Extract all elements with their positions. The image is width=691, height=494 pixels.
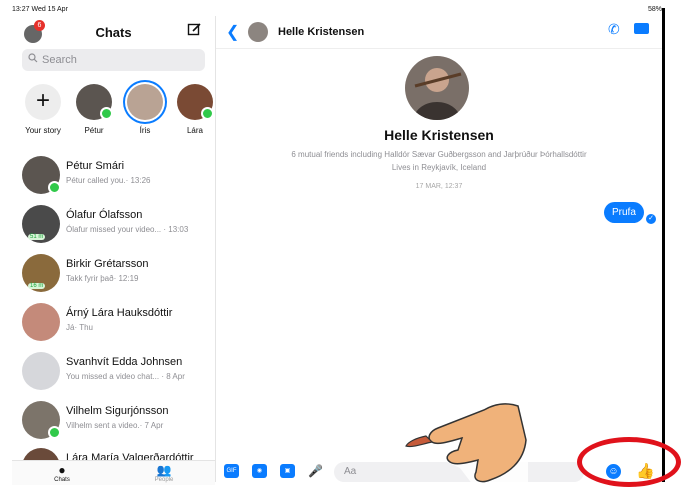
stories-row: + Your story Pétur Íris Lára [12,84,215,144]
chat-item-lara-maria[interactable]: Lára María Valgerðardóttir [12,444,215,460]
conversation-header: ❮ Helle Kristensen ✆ [216,16,662,49]
message-placeholder: Aa [344,466,357,477]
tab-label: People [154,477,174,483]
status-bar: 13:27 Wed 15 Apr 58% [12,6,662,16]
avatar [22,303,60,341]
location-text: Lives in Reykjavík, Iceland [391,163,487,172]
search-icon [28,53,38,66]
search-input[interactable]: Search [22,49,205,71]
video-camera-icon[interactable] [634,23,649,34]
story-label: Your story [25,126,61,135]
avatar [76,84,113,120]
chat-item-svanhvit[interactable]: Svanhvít Edda Johnsen You missed a video… [12,348,215,396]
story-your-story[interactable]: + Your story [23,84,63,135]
avatar [22,401,61,439]
chat-item-olafur[interactable]: 51 m Ólafur Ólafsson Ólafur missed your … [12,201,215,249]
screen: 13:27 Wed 15 Apr 58% 6 Chats Search + Yo… [0,0,691,489]
active-minutes-badge: 51 m [28,234,46,240]
story-petur[interactable]: Pétur [74,84,114,135]
active-minutes-badge: 16 m [28,283,46,289]
chat-preview: Já· Thu [66,323,93,332]
chat-name: Birkir Grétarsson [66,258,149,270]
chat-item-birkir[interactable]: 16 m Birkir Grétarsson Takk fyrir það· 1… [12,250,215,298]
camera-icon[interactable]: ◉ [252,464,267,478]
chat-preview: Ólafur missed your video... · 13:03 [66,225,189,234]
chat-preview: Takk fyrir það· 12:19 [66,274,139,283]
chat-name: Árný Lára Hauksdóttir [66,307,173,319]
back-chevron-icon[interactable]: ❮ [226,22,239,42]
message-timestamp: 17 MAR, 12:37 [415,183,463,190]
chat-preview: Vilhelm sent a video.· 7 Apr [66,421,164,430]
status-time: 13:27 Wed 15 Apr [12,6,68,13]
story-label: Pétur [84,126,104,135]
people-icon: 👥 [156,463,172,477]
image-icon[interactable]: ▣ [280,464,295,478]
chat-name: Lára María Valgerðardóttir [66,452,194,460]
tab-people[interactable]: 👥 People [144,463,184,483]
chat-preview: Pétur called you.· 13:26 [66,176,151,185]
online-indicator [48,426,61,439]
chat-preview: You missed a video chat... · 8 Apr [66,372,185,381]
profile-details: 6 mutual friends including Halldór Sævar… [216,148,662,174]
chat-name: Vilhelm Sigurjónsson [66,405,169,417]
chat-name: Ólafur Ólafsson [66,209,143,221]
add-story-icon: + [25,84,61,120]
gif-button[interactable]: GIF [224,464,239,478]
tab-bar: ● Chats 👥 People [12,460,215,485]
tab-chats[interactable]: ● Chats [42,463,82,483]
mutual-friends-text: 6 mutual friends including Halldór Sævar… [291,150,587,159]
delivered-check-icon: ✓ [646,214,656,224]
phone-icon[interactable]: ✆ [608,21,620,38]
sidebar-title: Chats [95,25,132,40]
sent-message-bubble[interactable]: Prufa [604,202,644,223]
battery-indicator: 58% [647,6,662,13]
contact-name[interactable]: Helle Kristensen [278,26,364,38]
tab-label: Chats [54,477,70,483]
avatar [22,352,60,390]
chat-item-vilhelm[interactable]: Vilhelm Sigurjónsson Vilhelm sent a vide… [12,397,215,445]
compose-icon[interactable] [187,22,202,41]
profile-photo [405,56,469,120]
story-label: Íris [139,126,151,135]
online-indicator [201,107,214,120]
avatar [127,84,163,120]
contact-avatar[interactable] [248,22,268,42]
online-indicator [100,107,113,120]
chat-item-petur-smari[interactable]: Pétur Smári Pétur called you.· 13:26 [12,152,215,200]
story-iris[interactable]: Íris [125,84,165,135]
story-lara[interactable]: Lára [175,84,215,135]
pointing-hand-illustration [398,376,528,489]
chats-sidebar: 6 Chats Search + Your story Pétur Íris L… [12,16,216,485]
avatar [177,84,214,120]
chat-item-arny[interactable]: Árný Lára Hauksdóttir Já· Thu [12,299,215,347]
chat-name: Pétur Smári [66,160,125,172]
search-placeholder: Search [42,54,77,66]
online-indicator [48,181,61,194]
story-label: Lára [186,126,203,135]
chat-name: Svanhvít Edda Johnsen [66,356,183,368]
profile-name: Helle Kristensen [384,127,494,143]
chat-bubble-icon: ● [58,463,66,477]
device-frame-edge [662,8,665,482]
microphone-icon[interactable]: 🎤 [308,464,323,478]
avatar [22,448,60,460]
highlight-ring [577,437,681,487]
avatar [22,156,61,194]
